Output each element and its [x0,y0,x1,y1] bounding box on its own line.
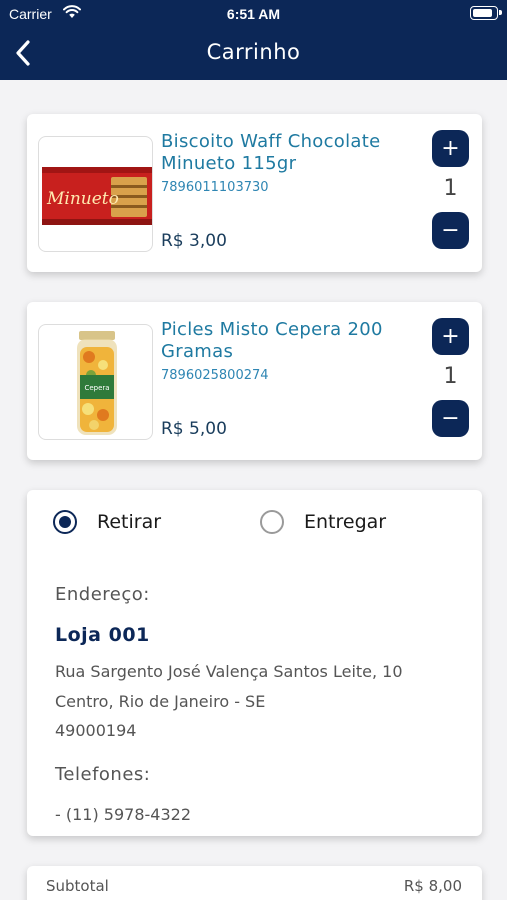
product-brand-label: Minueto [46,189,119,209]
app-header: Carrier 6:51 AM Carrinho [0,0,507,80]
cart-item: Minueto Biscoito Waff Chocolate Minueto … [27,114,482,272]
page-title: Carrinho [206,40,301,64]
product-code: 7896011103730 [161,180,269,195]
summary-card: Subtotal R$ 8,00 [27,866,482,900]
address-street: Rua Sargento José Valença Santos Leite, … [55,662,403,681]
decrease-quantity-button[interactable]: − [432,212,469,249]
increase-quantity-button[interactable]: + [432,130,469,167]
address-city: Centro, Rio de Janeiro - SE [55,692,266,711]
cart-item: Cepera Picles Misto Cepera 200 Gramas 78… [27,302,482,460]
battery-icon [470,6,502,20]
radio-delivery-label: Entregar [304,511,387,533]
product-image: Minueto [38,136,153,252]
address-heading: Endereço: [55,584,150,605]
radio-delivery-indicator [260,510,284,534]
status-bar: Carrier 6:51 AM [0,0,507,28]
product-code: 7896025800274 [161,368,269,383]
battery-level [473,9,492,17]
radio-pickup-indicator [53,510,77,534]
phones-heading: Telefones: [55,764,151,785]
radio-pickup[interactable]: Retirar [53,510,161,534]
minus-icon: − [441,217,460,243]
increase-quantity-button[interactable]: + [432,318,469,355]
product-price: R$ 5,00 [161,419,227,439]
minus-icon: − [441,405,460,431]
quantity-value: 1 [443,176,458,201]
clock: 6:51 AM [226,6,281,22]
subtotal-label: Subtotal [46,877,109,895]
plus-icon: + [441,323,460,349]
phone-number: - (11) 5978-4322 [55,805,191,824]
radio-pickup-label: Retirar [97,511,162,533]
product-image: Cepera [38,324,153,440]
decrease-quantity-button[interactable]: − [432,400,469,437]
product-price: R$ 3,00 [161,231,227,251]
product-name: Picles Misto Cepera 200 Gramas [161,319,383,362]
product-brand-label: Cepera [84,384,109,392]
address-zip: 49000194 [55,721,137,740]
product-name: Biscoito Waff Chocolate Minueto 115gr [161,131,381,174]
radio-delivery[interactable]: Entregar [260,510,386,534]
quantity-value: 1 [443,364,458,389]
plus-icon: + [441,135,460,161]
delivery-card: Retirar Entregar Endereço: Loja 001 Rua … [27,490,482,836]
store-name: Loja 001 [55,624,150,646]
subtotal-value: R$ 8,00 [403,877,462,895]
